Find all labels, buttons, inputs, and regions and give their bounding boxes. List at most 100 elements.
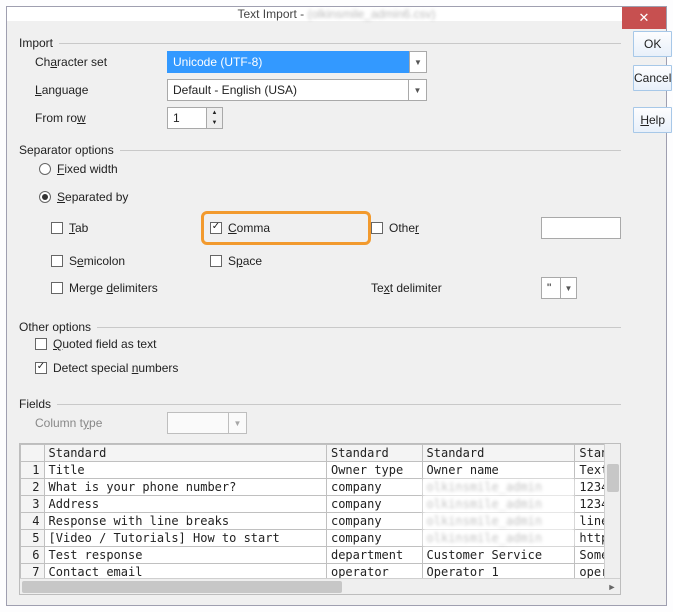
check-other[interactable]: Other (371, 218, 541, 238)
check-merge[interactable]: Merge delimiters (51, 278, 371, 298)
table-cell: [Video / Tutorials] How to start (44, 530, 326, 547)
table-cell: 4 (21, 513, 45, 530)
chevron-down-icon: ▼ (560, 278, 576, 298)
legend-separator: Separator options (19, 143, 120, 157)
table-cell: What is your phone number? (44, 479, 326, 496)
help-button[interactable]: Help (633, 107, 672, 133)
table-cell: Owner name (422, 462, 575, 479)
table-cell: 3 (21, 496, 45, 513)
radio-separated-by[interactable]: Separated by (39, 187, 128, 207)
table-cell: Test response (44, 547, 326, 564)
check-quoted[interactable]: Quoted field as text (35, 334, 156, 354)
label-language: Language (35, 83, 167, 97)
table-cell: company (326, 479, 422, 496)
fieldset-import: Import Character set Unicode (UTF-8) ▼ L… (19, 29, 621, 132)
col-header[interactable]: Standard (44, 445, 326, 462)
cancel-button[interactable]: Cancel (633, 65, 672, 91)
table-row[interactable]: 6Test responsedepartmentCustomer Service… (21, 547, 620, 564)
check-tab[interactable]: Tab (51, 218, 201, 238)
table-row[interactable]: 2What is your phone number?companyolkins… (21, 479, 620, 496)
dialog-window: Text Import - (olkinsmile_admin6.csv) ✕ … (6, 6, 667, 606)
check-semicolon[interactable]: Semicolon (51, 251, 201, 271)
table-cell: Response with line breaks (44, 513, 326, 530)
table-cell: Owner type (326, 462, 422, 479)
table-cell: 7 (21, 564, 45, 579)
language-value: Default - English (USA) (173, 83, 297, 97)
check-detect[interactable]: Detect special numbers (35, 358, 178, 378)
label-fromrow: From row (35, 111, 167, 125)
left-column: Import Character set Unicode (UTF-8) ▼ L… (19, 29, 621, 599)
checkbox-icon (51, 255, 63, 267)
table-cell: Operator 1 (422, 564, 575, 579)
table-cell: olkinsmile_admin (422, 479, 575, 496)
right-column: OK Cancel Help (633, 29, 672, 599)
legend-fields: Fields (19, 397, 57, 411)
table-row[interactable]: 3Addresscompanyolkinsmile_admin1234 (21, 496, 620, 513)
label-charset: Character set (35, 55, 167, 69)
ok-button[interactable]: OK (633, 31, 672, 57)
textdelim-select[interactable]: " ▼ (541, 277, 577, 299)
chevron-down-icon: ▼ (408, 80, 426, 100)
col-header[interactable] (21, 445, 45, 462)
col-header[interactable]: Standard (422, 445, 575, 462)
table-row[interactable]: 4Response with line breakscompanyolkinsm… (21, 513, 620, 530)
legend-other: Other options (19, 320, 97, 334)
scroll-thumb[interactable] (607, 464, 619, 492)
other-input[interactable] (541, 217, 621, 239)
table-cell: 5 (21, 530, 45, 547)
title-file: (olkinsmile_admin6.csv) (307, 7, 435, 21)
checkbox-icon (210, 222, 222, 234)
title-prefix: Text Import - (237, 7, 307, 21)
language-select[interactable]: Default - English (USA) ▼ (167, 79, 427, 101)
radio-icon (39, 163, 51, 175)
charset-select[interactable]: Unicode (UTF-8) ▼ (167, 51, 427, 73)
table-cell: company (326, 496, 422, 513)
legend-import: Import (19, 36, 59, 50)
table-cell: operator (326, 564, 422, 579)
window-title: Text Import - (olkinsmile_admin6.csv) (7, 7, 666, 21)
checkbox-icon (35, 362, 47, 374)
scroll-thumb[interactable] (22, 581, 342, 593)
label-textdelim: Text delimiter (371, 281, 541, 295)
scroll-right-icon[interactable]: ► (604, 579, 620, 595)
checkbox-icon (35, 338, 47, 350)
chevron-down-icon: ▼ (228, 413, 246, 433)
vertical-scrollbar[interactable] (604, 444, 620, 578)
data-table[interactable]: StandardStandardStandardStan1TitleOwner … (20, 444, 620, 578)
table-cell: Address (44, 496, 326, 513)
col-header[interactable]: Standard (326, 445, 422, 462)
fieldset-other: Other options Quoted field as text Detec… (19, 313, 621, 380)
checkbox-icon (210, 255, 222, 267)
table-cell: Title (44, 462, 326, 479)
fieldset-separator: Separator options Fixed width Separated … (19, 136, 621, 299)
checkbox-icon (51, 222, 63, 234)
check-space[interactable]: Space (201, 251, 371, 271)
preview-table: StandardStandardStandardStan1TitleOwner … (19, 443, 621, 595)
table-cell: olkinsmile_admin (422, 513, 575, 530)
dialog-body: Import Character set Unicode (UTF-8) ▼ L… (7, 21, 666, 609)
table-cell: 2 (21, 479, 45, 496)
radio-fixed-width[interactable]: Fixed width (39, 159, 118, 179)
spin-up-icon[interactable]: ▲ (207, 108, 222, 118)
coltype-select[interactable]: ▼ (167, 412, 247, 434)
close-button[interactable]: ✕ (622, 7, 666, 29)
fromrow-spinner[interactable]: 1 ▲▼ (167, 107, 223, 129)
chevron-down-icon: ▼ (409, 51, 427, 73)
label-coltype: Column type (35, 416, 167, 430)
table-row[interactable]: 7Contact emailoperatorOperator 1oper (21, 564, 620, 579)
highlight-comma: Comma (201, 211, 371, 245)
table-cell: olkinsmile_admin (422, 530, 575, 547)
table-row[interactable]: 1TitleOwner typeOwner nameText (21, 462, 620, 479)
spin-down-icon[interactable]: ▼ (207, 118, 222, 128)
radio-icon (39, 191, 51, 203)
check-comma[interactable]: Comma (210, 218, 270, 238)
table-row[interactable]: 5[Video / Tutorials] How to startcompany… (21, 530, 620, 547)
table-cell: 1 (21, 462, 45, 479)
checkbox-icon (51, 282, 63, 294)
horizontal-scrollbar[interactable]: ◄ ► (20, 578, 620, 594)
table-cell: Contact email (44, 564, 326, 579)
fieldset-fields: Fields Column type ▼ StandardStandardSta… (19, 390, 621, 595)
table-cell: Customer Service (422, 547, 575, 564)
textdelim-value: " (547, 281, 551, 295)
table-cell: olkinsmile_admin (422, 496, 575, 513)
